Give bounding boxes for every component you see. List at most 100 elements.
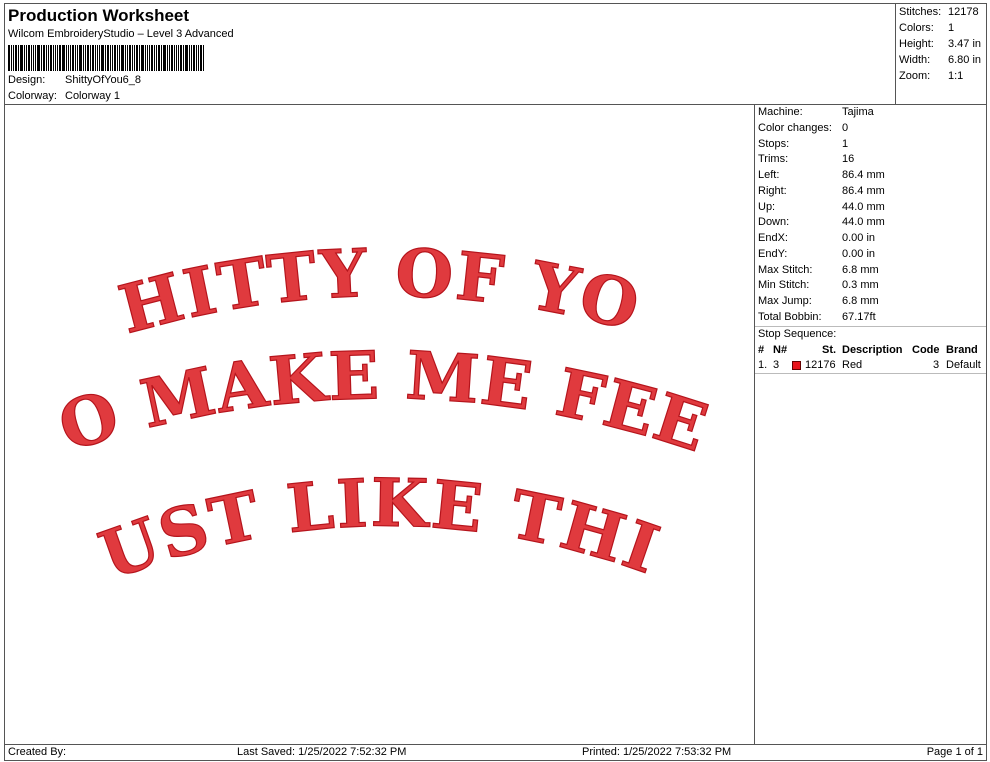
barcode-bar	[31, 45, 32, 71]
detail-label: Max Jump:	[758, 295, 812, 307]
row-st: 12176	[805, 359, 836, 371]
barcode-bar	[95, 45, 96, 71]
stop-sequence-title: Stop Sequence:	[758, 328, 837, 340]
barcode-bar	[125, 45, 126, 71]
barcode-bar	[28, 45, 30, 71]
worksheet-header: Production Worksheet Wilcom EmbroiderySt…	[4, 3, 896, 105]
barcode-bar	[161, 45, 162, 71]
colorway-row: Colorway: Colorway 1	[8, 90, 120, 102]
barcode-bar	[169, 45, 170, 71]
barcode-bar	[62, 45, 65, 71]
barcode-bar	[35, 45, 36, 71]
barcode-bar	[75, 45, 76, 71]
summary-value: 12178	[948, 6, 979, 18]
barcode-bar	[20, 45, 23, 71]
barcode-bar	[114, 45, 116, 71]
detail-row: Trims: 16	[758, 153, 854, 165]
detail-row: Stops: 1	[758, 138, 848, 150]
barcode-bar	[112, 45, 113, 71]
detail-label: Trims:	[758, 153, 789, 165]
barcode-bar	[99, 45, 100, 71]
barcode-bar	[119, 45, 120, 71]
barcode-bar	[147, 45, 148, 71]
col-description: Description	[842, 344, 903, 356]
summary-row: Height: 3.47 in	[899, 38, 981, 50]
detail-row: EndX: 0.00 in	[758, 232, 875, 244]
detail-label: Stops:	[758, 138, 790, 150]
barcode-bar	[154, 45, 155, 71]
stop-sequence-table: # N# St. Description Code Brand 1. 3 121…	[755, 343, 986, 374]
summary-value: 1	[948, 22, 955, 34]
barcode-bar	[87, 45, 89, 71]
barcode-bar	[13, 45, 14, 71]
barcode-bar	[156, 45, 157, 71]
barcode-bar	[196, 45, 197, 71]
table-header: # N# St. Description Code Brand	[755, 343, 986, 358]
barcode-bar	[57, 45, 58, 71]
barcode-bar	[70, 45, 71, 71]
barcode-bar	[121, 45, 124, 71]
detail-value: 86.4 mm	[842, 169, 885, 181]
barcode-bar	[66, 45, 67, 71]
detail-label: Down:	[758, 216, 790, 228]
barcode-bar	[178, 45, 179, 71]
detail-value: 6.8 mm	[842, 295, 879, 307]
barcode-bar	[139, 45, 140, 71]
detail-row: Max Stitch: 6.8 mm	[758, 264, 879, 276]
barcode-bar	[110, 45, 111, 71]
barcode-bar	[43, 45, 45, 71]
detail-value: 6.8 mm	[842, 264, 879, 276]
design-preview: SHITTY OF YOU TO MAKE ME FEEL JUST LIKE …	[4, 104, 755, 745]
barcode-bar	[15, 45, 17, 71]
barcode-bar	[203, 45, 204, 71]
barcode-bar	[200, 45, 202, 71]
detail-value: 44.0 mm	[842, 201, 885, 213]
barcode-bar	[18, 45, 19, 71]
barcode-bar	[79, 45, 82, 71]
barcode-bar	[26, 45, 27, 71]
barcode-bar	[136, 45, 138, 71]
detail-label: EndY:	[758, 248, 788, 260]
barcode-bar	[149, 45, 150, 71]
design-row: Design: ShittyOfYou6_8	[8, 74, 141, 86]
detail-row: Up: 44.0 mm	[758, 201, 885, 213]
barcode-bar	[77, 45, 78, 71]
software-name: Wilcom EmbroideryStudio – Level 3 Advanc…	[8, 28, 234, 40]
detail-row: Right: 86.4 mm	[758, 185, 885, 197]
col-code: Code	[912, 344, 940, 356]
detail-row: EndY: 0.00 in	[758, 248, 875, 260]
barcode-bar	[180, 45, 182, 71]
barcode-bar	[193, 45, 195, 71]
detail-row: Max Jump: 6.8 mm	[758, 295, 879, 307]
barcode-bar	[101, 45, 104, 71]
barcode-bar	[191, 45, 192, 71]
detail-label: Color changes:	[758, 122, 832, 134]
barcode-bar	[198, 45, 199, 71]
barcode-bar	[83, 45, 84, 71]
created-by: Created By:	[8, 746, 67, 758]
detail-label: Machine:	[758, 106, 803, 118]
barcode-bar	[50, 45, 52, 71]
summary-row: Stitches: 12178	[899, 6, 979, 18]
barcode-bar	[37, 45, 40, 71]
design-value: ShittyOfYou6_8	[65, 74, 142, 86]
detail-value: 0.00 in	[842, 232, 876, 244]
barcode-bar	[174, 45, 175, 71]
summary-label: Width:	[899, 54, 931, 66]
summary-label: Zoom:	[899, 70, 931, 82]
detail-value: 0	[842, 122, 849, 134]
barcode-bar	[167, 45, 168, 71]
printed-date: Printed: 1/25/2022 7:53:32 PM	[582, 746, 732, 758]
barcode-bar	[33, 45, 34, 71]
barcode-bar	[145, 45, 146, 71]
detail-label: Right:	[758, 185, 787, 197]
detail-value: 67.17ft	[842, 311, 876, 323]
page-number: Page 1 of 1	[926, 746, 983, 758]
col-brand: Brand	[946, 344, 978, 356]
detail-row: Machine: Tajima	[758, 106, 874, 118]
barcode-bar	[90, 45, 91, 71]
barcode-bar	[97, 45, 98, 71]
barcode-bar	[11, 45, 12, 71]
barcode-bar	[48, 45, 49, 71]
detail-value: 0.3 mm	[842, 279, 879, 291]
